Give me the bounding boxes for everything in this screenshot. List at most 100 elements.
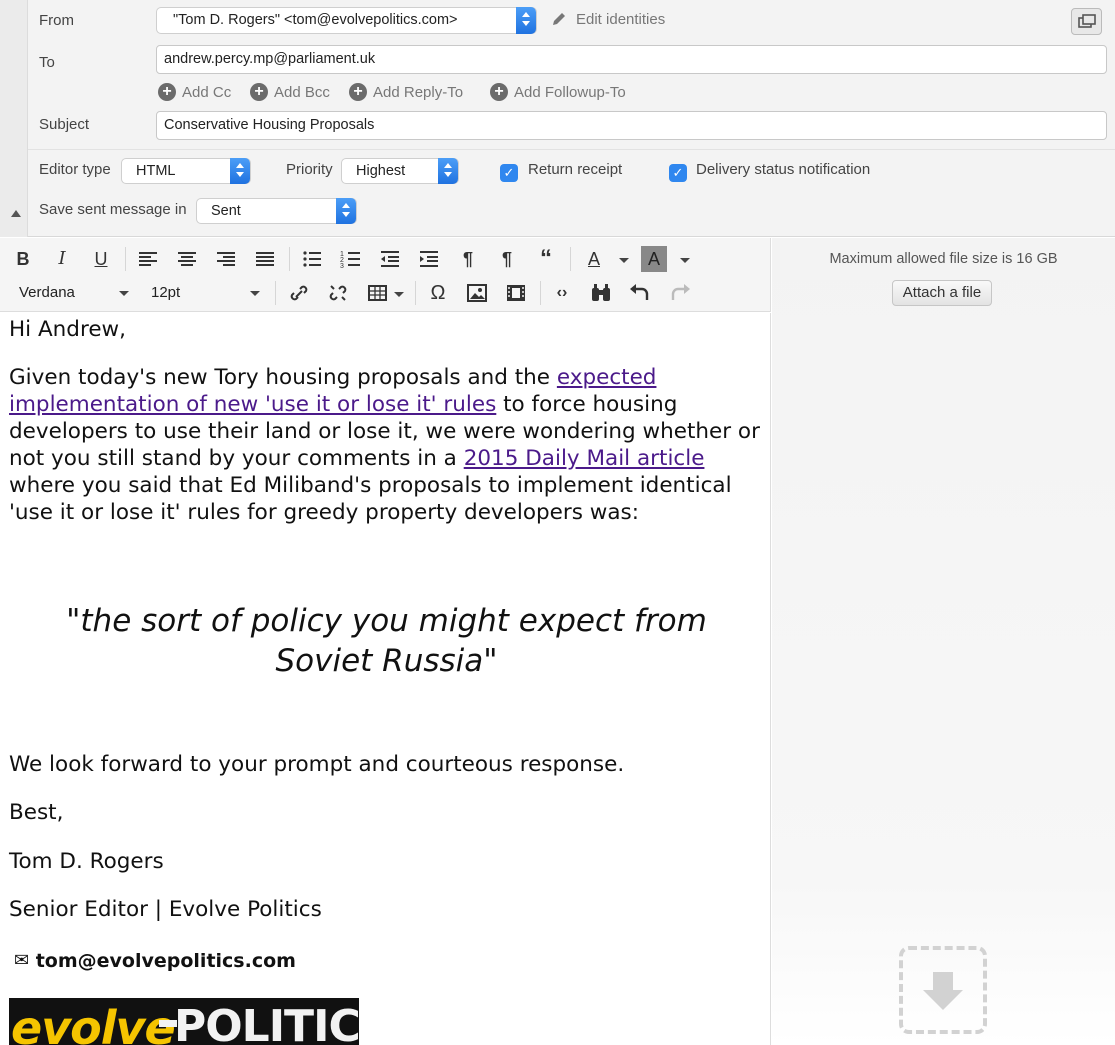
body-paragraph: Given today's new Tory housing proposals… [9,364,764,526]
font-family-select[interactable]: Verdana [19,284,75,301]
table-icon[interactable] [366,280,394,306]
subject-label: Subject [39,116,90,133]
from-select-arrows-icon [516,7,536,34]
from-label: From [39,12,74,29]
text-color-dropdown-icon[interactable] [619,258,629,263]
signature-name: Tom D. Rogers [9,849,164,874]
logo-text-politics: POLITICS [174,1001,359,1045]
media-icon[interactable] [502,280,530,306]
redo-icon[interactable] [666,280,694,306]
undo-icon[interactable] [626,280,654,306]
background-color-icon[interactable]: A [641,246,667,272]
underline-icon[interactable]: U [87,246,115,272]
text-color-icon[interactable]: A [580,246,608,272]
toolbar-separator [125,247,126,271]
editor-toolbar: B I U 123 ¶ ¶ “ A A Verdana 12pt Ω ‹› [0,238,771,312]
add-followup-to-label: Add Followup-To [514,83,626,101]
compose-header: From "Tom D. Rogers" <tom@evolvepolitics… [0,0,1115,237]
quote-block: "the sort of policy you might expect fro… [66,603,707,679]
plus-circle-icon: + [250,83,268,101]
window-restore-icon [1078,14,1096,28]
signature-title: Senior Editor | Evolve Politics [9,897,322,922]
numbered-list-icon[interactable]: 123 [337,246,365,272]
select-arrows-icon [336,198,356,224]
attach-file-button[interactable]: Attach a file [892,280,992,306]
link-icon[interactable] [285,280,313,306]
subject-value: Conservative Housing Proposals [164,117,375,133]
toolbar-separator [570,247,571,271]
unlink-icon[interactable] [324,280,352,306]
closing-text: We look forward to your prompt and court… [9,752,625,777]
priority-select[interactable]: Highest [341,158,459,184]
from-select[interactable]: "Tom D. Rogers" <tom@evolvepolitics.com> [156,7,537,34]
special-char-icon[interactable]: Ω [424,280,452,306]
body-text: where you said that Ed Miliband's propos… [9,473,732,525]
signature-email-text: tom@evolvepolitics.com [35,950,296,972]
from-value: "Tom D. Rogers" <tom@evolvepolitics.com> [173,12,458,28]
daily-mail-link[interactable]: 2015 Daily Mail article [464,446,705,471]
add-bcc-label: Add Bcc [274,83,330,101]
svg-text:3: 3 [340,263,344,270]
plus-circle-icon: + [490,83,508,101]
signoff-text: Best, [9,800,64,825]
source-code-icon[interactable]: ‹› [548,280,576,306]
bold-icon[interactable]: B [9,246,37,272]
signature-email: ✉ tom@evolvepolitics.com [14,950,296,972]
to-value: andrew.percy.mp@parliament.uk [164,51,376,67]
add-cc-label: Add Cc [182,83,232,101]
edit-identities-label: Edit identities [576,10,666,28]
toolbar-separator [415,281,416,305]
align-justify-icon[interactable] [251,246,279,272]
delivery-status-checkbox[interactable]: ✓ [669,164,687,182]
add-cc-link[interactable]: + Add Cc [158,83,231,101]
editor-type-select[interactable]: HTML [121,158,251,184]
add-bcc-link[interactable]: + Add Bcc [250,83,330,101]
plus-circle-icon: + [158,83,176,101]
rtl-icon[interactable]: ¶ [493,246,521,272]
logo-text-evolve: evolve [11,1001,176,1045]
image-icon[interactable] [463,280,491,306]
font-size-select[interactable]: 12pt [151,284,180,301]
add-reply-to-link[interactable]: + Add Reply-To [349,83,463,101]
restore-window-button[interactable] [1071,8,1102,35]
save-sent-value: Sent [211,203,241,219]
add-followup-to-link[interactable]: + Add Followup-To [490,83,626,101]
to-input[interactable]: andrew.percy.mp@parliament.uk [156,45,1107,74]
table-dropdown-icon[interactable] [394,292,404,297]
save-sent-label: Save sent message in [39,201,187,218]
header-side-strip [0,0,28,237]
background-color-dropdown-icon[interactable] [680,258,690,263]
evolve-politics-logo: evolve POLITICS [9,998,359,1045]
header-divider [28,149,1115,150]
editor-type-value: HTML [136,163,176,179]
return-receipt-label: Return receipt [528,161,623,178]
font-family-dropdown-icon[interactable] [119,291,129,296]
bullet-list-icon[interactable] [298,246,326,272]
outdent-icon[interactable] [376,246,404,272]
toolbar-separator [275,281,276,305]
edit-identities-link[interactable]: Edit identities [550,10,665,28]
align-center-icon[interactable] [173,246,201,272]
blockquote-icon[interactable]: “ [532,246,560,272]
editor-type-label: Editor type [39,161,111,178]
indent-icon[interactable] [415,246,443,272]
message-body-editor[interactable]: Hi Andrew, Given today's new Tory housin… [0,313,771,1045]
ltr-icon[interactable]: ¶ [454,246,482,272]
toolbar-separator [540,281,541,305]
max-file-size-text: Maximum allowed file size is 16 GB [829,251,1058,267]
font-size-dropdown-icon[interactable] [250,291,260,296]
delivery-status-label: Delivery status notification [696,161,871,178]
return-receipt-checkbox[interactable]: ✓ [500,164,518,182]
save-sent-select[interactable]: Sent [196,198,357,224]
plus-circle-icon: + [349,83,367,101]
align-right-icon[interactable] [212,246,240,272]
align-left-icon[interactable] [134,246,162,272]
subject-input[interactable]: Conservative Housing Proposals [156,111,1107,140]
select-arrows-icon [230,158,250,184]
select-arrows-icon [438,158,458,184]
italic-icon[interactable]: I [48,246,76,272]
collapse-header-icon[interactable] [11,210,21,217]
greeting-text: Hi Andrew, [9,317,126,342]
file-drop-zone[interactable] [899,946,987,1034]
find-replace-icon[interactable] [587,280,615,306]
